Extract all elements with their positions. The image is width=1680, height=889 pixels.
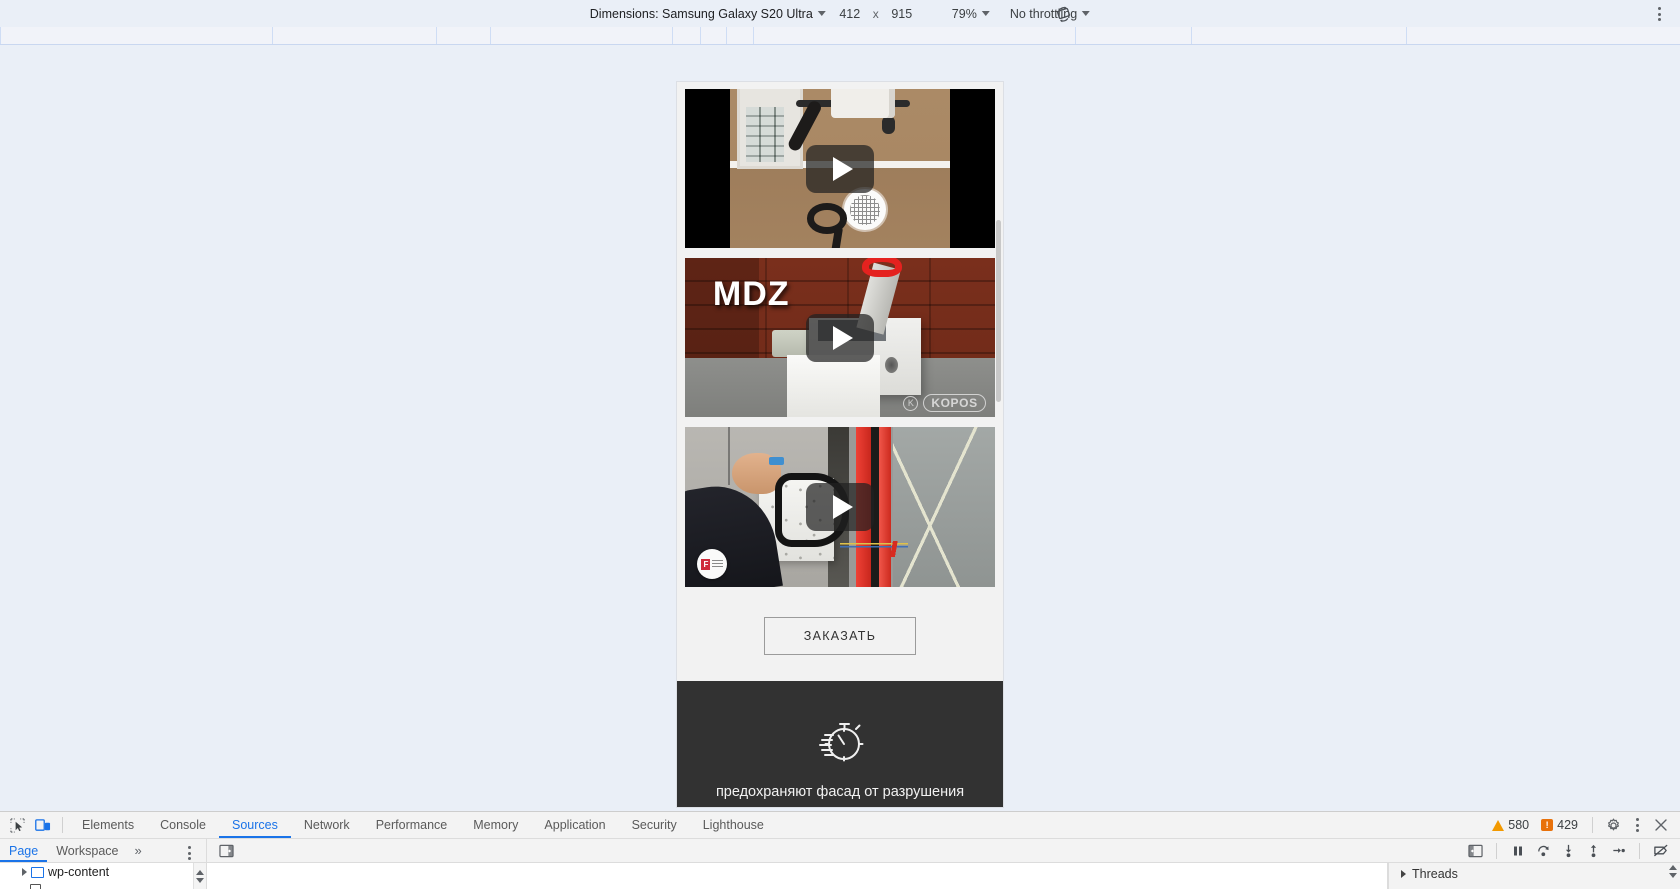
pause-resume-button[interactable] [1507,840,1529,862]
video-thumbnail-2[interactable]: MDZ K KOPOS [685,258,995,417]
devtools-tabbar: Elements Console Sources Network Perform… [0,812,1680,839]
threads-section[interactable]: Threads [1389,863,1680,881]
sources-panes: wp-content Threads [0,863,1680,889]
tab-lighthouse[interactable]: Lighthouse [690,812,777,838]
play-button-1[interactable] [806,144,874,193]
dimension-separator: x [872,6,879,21]
step-over-button[interactable] [1532,840,1554,862]
device-toolbar-icon[interactable] [30,814,56,837]
warning-counter[interactable]: 580 [1487,818,1534,832]
debugger-controls [1464,839,1672,862]
devtools-panel: Elements Console Sources Network Perform… [0,811,1680,889]
chevron-down-icon [817,11,826,16]
scroll-up-icon[interactable] [1668,865,1677,870]
scroll-down-icon[interactable] [196,877,204,883]
step-button[interactable] [1607,840,1629,862]
play-button-3[interactable] [806,483,874,531]
threads-label: Threads [1412,867,1458,881]
video-thumbnail-3[interactable]: F [685,427,995,587]
tab-network[interactable]: Network [291,812,363,838]
devtools-tabs: Elements Console Sources Network Perform… [69,812,777,838]
tab-elements[interactable]: Elements [69,812,147,838]
chevron-down-icon [1082,11,1091,16]
tab-security[interactable]: Security [619,812,690,838]
order-button[interactable]: ЗАКАЗАТЬ [764,617,916,655]
debugger-sidebar: Threads [1388,863,1680,889]
throttling-dropdown[interactable]: No throttling [1003,5,1097,23]
zoom-dropdown[interactable]: 79% [945,5,997,23]
gear-icon[interactable] [1602,814,1624,836]
close-icon[interactable] [1650,814,1672,836]
tree-item-label: wp-content [48,865,110,879]
tab-memory[interactable]: Memory [460,812,531,838]
device-toolbar-controls: Dimensions: Samsung Galaxy S20 Ultra 412… [583,5,1097,23]
order-section: ЗАКАЗАТЬ [677,597,1003,681]
devtools-tabbar-right: 580 ! 429 [1487,812,1672,838]
warning-count: 580 [1508,818,1530,832]
tree-item-wp-content[interactable]: wp-content [0,863,206,881]
deactivate-breakpoints-button[interactable] [1650,840,1672,862]
badge-letter: F [701,558,711,570]
devtools-more-options-icon[interactable] [1626,814,1648,836]
promo-section: предохраняют фасад от разрушения [677,681,1003,807]
file-icon [30,883,41,889]
promo-text: предохраняют фасад от разрушения [715,784,965,800]
tab-console[interactable]: Console [147,812,219,838]
video-list: MDZ K KOPOS F [677,82,1003,587]
show-debugger-icon[interactable] [1464,840,1486,862]
sources-subtoolbar: Page Workspace » [0,839,1680,863]
zoom-label: 79% [951,6,977,21]
device-toolbar-more-options-icon[interactable] [1650,4,1668,24]
tab-sources[interactable]: Sources [219,812,291,838]
subtab-page[interactable]: Page [0,839,47,862]
source-editor[interactable] [207,863,1388,889]
subtab-workspace[interactable]: Workspace [47,839,127,862]
sources-navigator-toolbar: Page Workspace » [0,839,207,862]
show-navigator-icon[interactable] [215,840,237,862]
folder-icon [31,866,44,878]
media-query-ruler[interactable] [0,27,1680,45]
warning-icon [1492,819,1505,831]
tab-performance[interactable]: Performance [363,812,461,838]
step-out-button[interactable] [1582,840,1604,862]
stopwatch-icon [812,711,868,767]
viewport-width-input[interactable]: 412 [833,5,867,23]
file-navigator-tree[interactable]: wp-content [0,863,207,889]
scroll-up-icon[interactable] [196,869,204,875]
device-screen[interactable]: MDZ K KOPOS F ЗАКАЗАТЬ предохраняют фаса… [677,82,1003,807]
watermark-logo-icon: K [903,395,919,411]
expand-arrow-icon[interactable] [1401,870,1406,878]
error-count: 429 [1557,818,1578,832]
watermark-text: KOPOS [923,394,986,413]
device-toolbar: Dimensions: Samsung Galaxy S20 Ultra 412… [0,0,1680,27]
debugger-scrollbar[interactable] [1666,865,1679,887]
subtabs-overflow-icon[interactable]: » [128,843,149,858]
chevron-down-icon [981,11,990,16]
scroll-down-icon[interactable] [1668,873,1677,878]
viewport-height-input[interactable]: 915 [885,5,919,23]
page-scrollbar[interactable] [996,220,1001,402]
play-button-2[interactable] [806,313,874,362]
sources-editor-toolbar [207,839,1680,862]
devtools-window: Dimensions: Samsung Galaxy S20 Ultra 412… [0,0,1680,889]
rotate-icon[interactable] [1052,3,1074,25]
device-dimensions-label: Dimensions: Samsung Galaxy S20 Ultra [589,6,813,21]
tree-item-partial[interactable] [0,881,206,889]
rendered-page: MDZ K KOPOS F ЗАКАЗАТЬ предохраняют фаса… [677,82,1003,807]
badge-lines-icon [712,559,724,569]
step-into-button[interactable] [1557,840,1579,862]
expand-arrow-icon[interactable] [22,868,27,876]
error-counter[interactable]: ! 429 [1536,818,1583,832]
error-icon: ! [1541,819,1554,831]
inspect-element-icon[interactable] [4,814,30,837]
video-thumbnail-1[interactable] [685,89,995,248]
tab-application[interactable]: Application [531,812,618,838]
navigator-more-options-icon[interactable] [178,842,200,864]
video-2-watermark: K KOPOS [903,394,986,413]
device-dimensions-dropdown[interactable]: Dimensions: Samsung Galaxy S20 Ultra [583,5,833,23]
navigator-scrollbar[interactable] [193,863,206,889]
device-viewport-area: MDZ K KOPOS F ЗАКАЗАТЬ предохраняют фаса… [0,45,1680,811]
video-2-overlay-text: MDZ [712,275,790,314]
